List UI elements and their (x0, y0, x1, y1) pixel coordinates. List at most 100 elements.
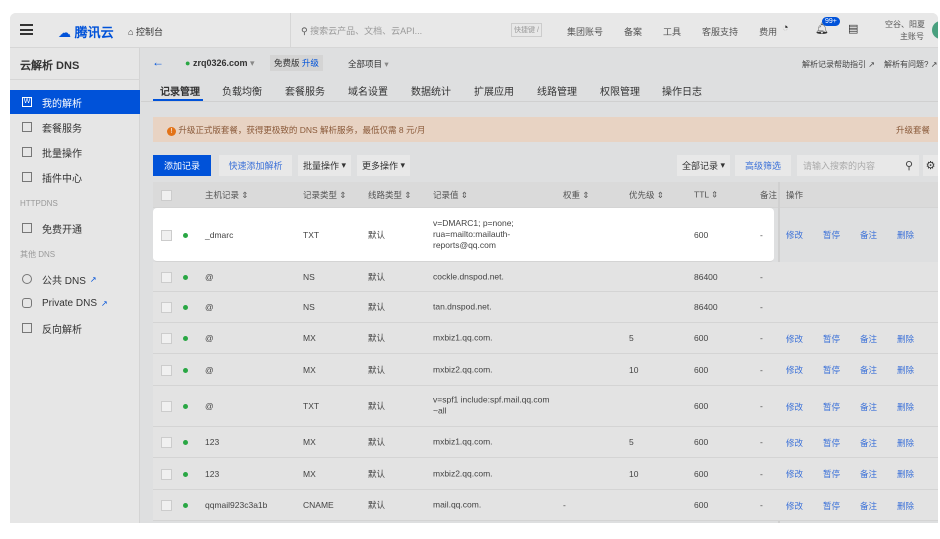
delete-link[interactable]: 删除 (897, 500, 914, 512)
select-all-checkbox[interactable] (161, 189, 172, 201)
tab-extensions[interactable]: 扩展应用 (474, 83, 514, 98)
sidebar-item-plugins[interactable]: 插件中心 (10, 165, 140, 189)
edit-link[interactable]: 修改 (786, 468, 803, 480)
tab-packages[interactable]: 套餐服务 (285, 83, 325, 98)
delete-link[interactable]: 删除 (897, 468, 914, 480)
remark-link[interactable]: 备注 (860, 229, 877, 241)
header-weight[interactable]: 权重 ⇕ (563, 189, 590, 201)
row-checkbox[interactable] (161, 302, 172, 313)
workorder-icon[interactable]: ▤ (848, 22, 858, 35)
pause-link[interactable]: 暂停 (823, 364, 840, 376)
pause-link[interactable]: 暂停 (823, 333, 840, 345)
project-select[interactable]: 全部项目 ▾ (348, 58, 389, 70)
remark-link[interactable]: 备注 (860, 364, 877, 376)
search-placeholder: 请输入搜索的内容 (803, 161, 876, 171)
edit-link[interactable]: 修改 (786, 500, 803, 512)
logo[interactable]: ☁ 腾讯云 (58, 22, 114, 41)
search-icon[interactable]: ⚲ (905, 159, 913, 172)
cell-type: NS (303, 271, 315, 282)
header-ttl[interactable]: TTL ⇕ (694, 189, 718, 200)
chevron-down-icon: ▾ (400, 160, 406, 170)
header-remark: 备注 (760, 189, 778, 200)
tab-lines[interactable]: 线路管理 (537, 83, 577, 98)
settings-gear-icon[interactable]: ⚙ (923, 155, 938, 176)
sidebar-item-private-dns[interactable]: Private DNS ↗ (10, 291, 140, 315)
menu-icon[interactable] (20, 24, 33, 35)
top-link[interactable]: 客服支持 (702, 25, 738, 38)
header-host[interactable]: 主机记录 ⇕ (205, 189, 249, 201)
top-link[interactable]: 备案 (624, 25, 642, 38)
delete-link[interactable]: 删除 (897, 401, 914, 413)
pause-link[interactable]: 暂停 (823, 468, 840, 480)
edit-link[interactable]: 修改 (786, 437, 803, 449)
tab-domain-settings[interactable]: 域名设置 (348, 83, 388, 98)
user-name[interactable]: 空谷、阳夏 (885, 19, 925, 30)
pause-link[interactable]: 暂停 (823, 437, 840, 449)
sidebar-item-batch[interactable]: 批量操作 (10, 140, 140, 164)
gauge-icon[interactable]: ◔ (782, 22, 789, 34)
remark-link[interactable]: 备注 (860, 500, 877, 512)
row-checkbox[interactable] (161, 401, 172, 412)
more-ops-dropdown[interactable]: 更多操作 ▾ (357, 155, 410, 176)
row-checkbox[interactable] (161, 468, 172, 480)
advanced-filter-button[interactable]: 高级筛选 (735, 155, 791, 176)
search-box[interactable]: ⚲ 搜索云产品、文档、云API... 快捷键 / (290, 13, 550, 47)
sidebar-item-public-dns[interactable]: 公共 DNS ↗ (10, 267, 140, 291)
console-link[interactable]: ⌂ 控制台 (128, 25, 163, 38)
batch-ops-dropdown[interactable]: 批量操作 ▾ (298, 155, 351, 176)
cell-ttl: 600 (694, 333, 709, 343)
search-input[interactable]: 请输入搜索的内容 ⚲ (797, 155, 919, 176)
delete-link[interactable]: 删除 (897, 364, 914, 376)
delete-link[interactable]: 删除 (897, 437, 914, 449)
help-issue-link[interactable]: 解析有问题? ↗ (884, 59, 937, 70)
tab-load-balance[interactable]: 负载均衡 (222, 83, 262, 98)
delete-link[interactable]: 删除 (897, 333, 914, 345)
pause-link[interactable]: 暂停 (823, 401, 840, 413)
row-checkbox[interactable] (161, 333, 172, 344)
edit-link[interactable]: 修改 (786, 333, 803, 345)
diamond-icon (22, 298, 32, 308)
header-type[interactable]: 记录类型 ⇕ (303, 189, 347, 201)
top-link[interactable]: 费用 (759, 25, 777, 38)
upgrade-link[interactable]: 升级 (302, 58, 319, 68)
pause-link[interactable]: 暂停 (823, 500, 840, 512)
help-guide-link[interactable]: 解析记录帮助指引 ↗ (802, 59, 875, 70)
sidebar-item-packages[interactable]: 套餐服务 (10, 115, 140, 139)
row-checkbox[interactable] (161, 271, 172, 283)
remark-link[interactable]: 备注 (860, 437, 877, 449)
tab-permissions[interactable]: 权限管理 (600, 83, 640, 98)
row-checkbox[interactable] (161, 229, 172, 241)
sidebar-item-reverse-dns[interactable]: 反向解析 (10, 316, 140, 340)
status-dot (183, 274, 188, 280)
header-line[interactable]: 线路类型 ⇕ (368, 189, 412, 201)
avatar[interactable] (932, 21, 938, 39)
top-link[interactable]: 工具 (663, 25, 681, 38)
tab-logs[interactable]: 操作日志 (662, 83, 702, 98)
remark-link[interactable]: 备注 (860, 401, 877, 413)
delete-link[interactable]: 删除 (897, 229, 914, 241)
remark-link[interactable]: 备注 (860, 468, 877, 480)
tab-statistics[interactable]: 数据统计 (411, 83, 451, 98)
row-checkbox[interactable] (161, 437, 172, 448)
header-priority[interactable]: 优先级 ⇕ (629, 189, 664, 201)
sidebar-item-my-dns[interactable]: W 我的解析 (10, 90, 140, 114)
edit-link[interactable]: 修改 (786, 229, 803, 241)
cell-host: @ (205, 302, 214, 312)
add-record-button[interactable]: 添加记录 (153, 155, 211, 176)
row-checkbox[interactable] (161, 364, 172, 376)
sidebar-item-free-activate[interactable]: 免费开通 (10, 216, 140, 240)
header-value[interactable]: 记录值 ⇕ (433, 189, 468, 201)
remark-link[interactable]: 备注 (860, 333, 877, 345)
top-link[interactable]: 集团账号 (567, 25, 603, 38)
quick-add-button[interactable]: 快速添加解析 (219, 155, 292, 176)
pause-link[interactable]: 暂停 (823, 229, 840, 241)
edit-link[interactable]: 修改 (786, 364, 803, 376)
domain-select[interactable]: ● zrq0326.com ▾ (185, 58, 255, 69)
row-checkbox[interactable] (161, 500, 172, 511)
tab-records[interactable]: 记录管理 (160, 83, 200, 98)
edit-link[interactable]: 修改 (786, 401, 803, 413)
record-filter-dropdown[interactable]: 全部记录 ▾ (677, 155, 730, 176)
upgrade-package-link[interactable]: 升级套餐 (896, 124, 930, 136)
back-arrow-icon[interactable]: ← (152, 55, 164, 69)
cell-ttl: 86400 (694, 271, 718, 282)
